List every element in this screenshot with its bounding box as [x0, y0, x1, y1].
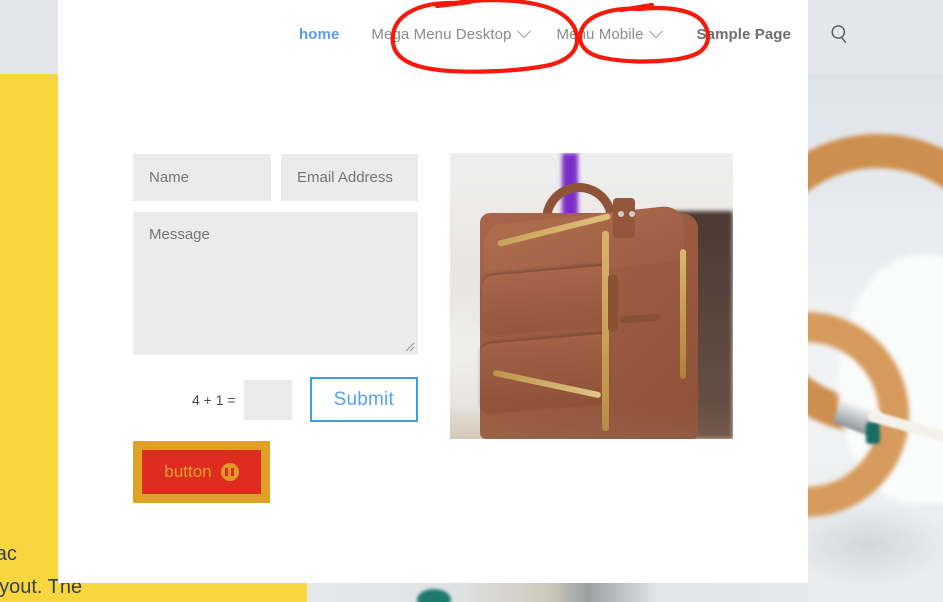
name-input[interactable] — [133, 154, 271, 201]
submit-button[interactable]: Submit — [309, 377, 418, 422]
backpack-zipper-pull — [608, 275, 618, 331]
nav-item-home-label: home — [299, 25, 340, 43]
nav-item-sample-page-label: Sample Page — [696, 25, 791, 43]
nav-items: home Mega Menu Desktop Menu Mobile Sampl… — [299, 21, 853, 47]
backpack-stud-1 — [618, 211, 624, 217]
chevron-down-icon — [516, 24, 531, 39]
pause-icon — [220, 463, 239, 481]
pause-icon-bar-left — [225, 468, 229, 476]
captcha-label: 4 + 1 = — [192, 391, 236, 408]
chevron-down-icon — [648, 24, 663, 39]
background-photo-headphones — [808, 74, 943, 602]
message-textarea[interactable] — [133, 212, 418, 355]
headphone-teal-accent — [866, 422, 880, 444]
background-photo-bottom — [307, 583, 808, 602]
backpack-buckle-tab — [613, 198, 635, 238]
nav-item-mega-menu-desktop-label: Mega Menu Desktop — [371, 25, 512, 43]
custom-button-inner: button — [142, 450, 261, 494]
nav-item-menu-mobile[interactable]: Menu Mobile — [543, 24, 675, 43]
product-image-backpack — [450, 153, 733, 439]
email-input[interactable] — [281, 154, 418, 201]
backpack-shadow — [450, 403, 733, 439]
backpack-zipper-right — [680, 249, 686, 379]
nav-item-mega-menu-desktop[interactable]: Mega Menu Desktop — [357, 24, 542, 43]
nav-item-home[interactable]: home — [299, 26, 357, 43]
custom-button[interactable]: button — [133, 441, 270, 503]
captcha-row: 4 + 1 = Submit — [192, 377, 418, 422]
backpack-stud-2 — [629, 211, 635, 217]
bottom-teal-accent — [417, 589, 451, 602]
top-navigation: home Mega Menu Desktop Menu Mobile Sampl… — [58, 0, 943, 68]
nav-item-sample-page[interactable]: Sample Page — [675, 26, 805, 43]
backpack-zipper-main — [602, 231, 609, 431]
search-icon-glyph — [831, 25, 847, 44]
nav-item-menu-mobile-label: Menu Mobile — [556, 25, 644, 43]
backpack-pocket-upper — [482, 265, 606, 337]
captcha-input[interactable] — [243, 379, 292, 420]
form-row-name-email — [133, 154, 418, 201]
message-field-wrapper — [133, 212, 418, 355]
search-icon[interactable] — [827, 21, 853, 47]
contact-form: 4 + 1 = Submit — [133, 154, 418, 422]
pause-icon-bar-right — [230, 468, 234, 476]
custom-button-label: button — [164, 462, 212, 481]
